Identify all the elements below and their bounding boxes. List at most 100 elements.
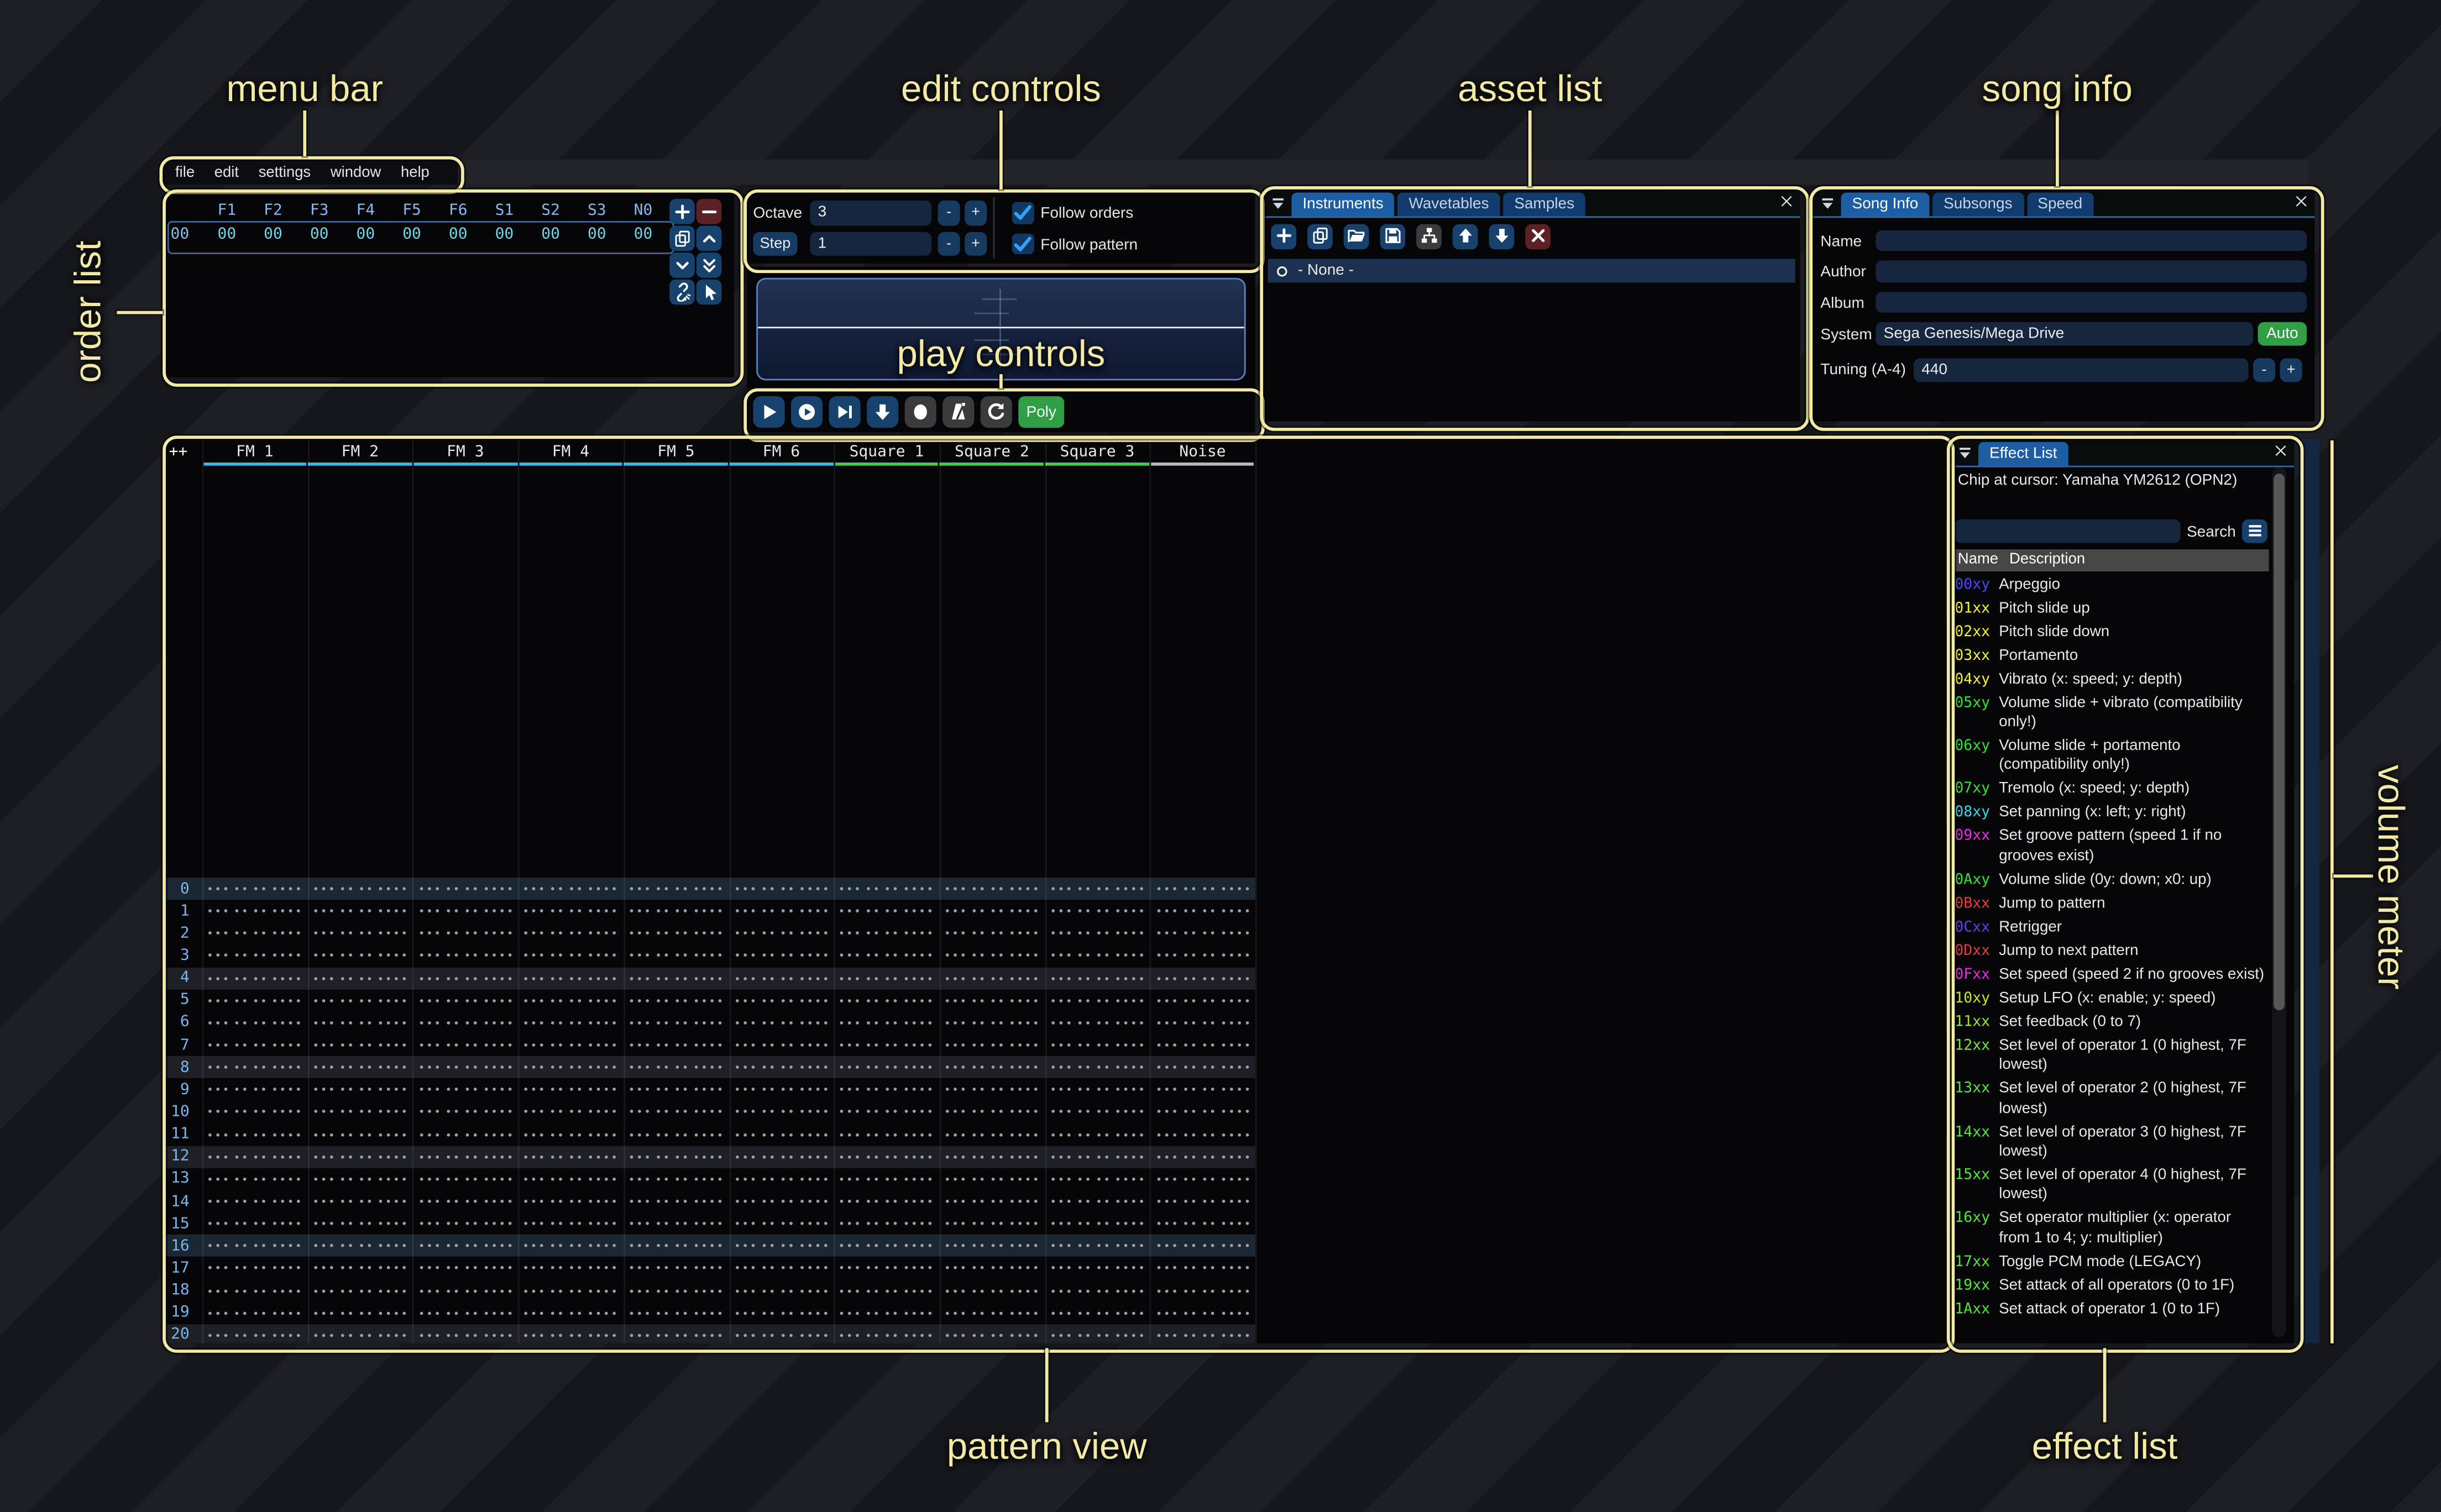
auto-system-button[interactable]: Auto: [2258, 322, 2307, 345]
pattern-cell[interactable]: [202, 1267, 307, 1270]
pattern-cell[interactable]: [1045, 1222, 1150, 1225]
channel-header-fm-5[interactable]: FM 5: [624, 444, 729, 461]
pattern-cell[interactable]: [307, 1021, 412, 1025]
step-input[interactable]: [810, 231, 931, 255]
pattern-cell[interactable]: [518, 1289, 623, 1293]
pattern-cell[interactable]: [413, 1066, 518, 1069]
pattern-cell[interactable]: [518, 1200, 623, 1203]
pattern-cell[interactable]: [307, 1178, 412, 1181]
asset-close-button[interactable]: [1525, 223, 1550, 249]
pattern-cell[interactable]: [729, 1200, 834, 1203]
pattern-cell[interactable]: [307, 977, 412, 980]
pattern-cell[interactable]: [413, 1110, 518, 1114]
pattern-cell[interactable]: [518, 1021, 623, 1025]
pattern-cell[interactable]: [1150, 1267, 1255, 1270]
step-plus-button[interactable]: +: [965, 231, 987, 255]
pattern-row[interactable]: 13: [166, 1168, 1255, 1190]
poly-mono-button[interactable]: Poly: [1018, 396, 1064, 428]
pattern-cell[interactable]: [1150, 1021, 1255, 1025]
channel-header-fm-2[interactable]: FM 2: [307, 444, 412, 461]
pattern-cell[interactable]: [939, 1133, 1044, 1136]
pattern-cell[interactable]: [1045, 1021, 1150, 1025]
octave-plus-button[interactable]: +: [965, 201, 987, 225]
pattern-cell[interactable]: [1045, 887, 1150, 890]
play-play-bar-button[interactable]: [829, 396, 861, 428]
pattern-cell[interactable]: [202, 1066, 307, 1069]
tuning-input[interactable]: [1914, 358, 2249, 381]
pattern-cell[interactable]: [624, 887, 729, 890]
pattern-cell[interactable]: [1150, 1245, 1255, 1248]
pattern-row[interactable]: 17: [166, 1257, 1255, 1279]
pattern-cell[interactable]: [834, 954, 939, 958]
pattern-row[interactable]: 19: [166, 1302, 1255, 1324]
pattern-cell[interactable]: [518, 932, 623, 935]
pattern-cell[interactable]: [939, 932, 1044, 935]
pattern-cell[interactable]: [1150, 1334, 1255, 1337]
pattern-cell[interactable]: [518, 910, 623, 913]
pattern-row[interactable]: 0: [166, 878, 1255, 900]
pattern-cell[interactable]: [834, 887, 939, 890]
pattern-row[interactable]: 10: [166, 1101, 1255, 1123]
pattern-cell[interactable]: [729, 1066, 834, 1069]
menu-item-settings[interactable]: settings: [259, 164, 311, 181]
pattern-row[interactable]: 16: [166, 1235, 1255, 1257]
pattern-row[interactable]: 8: [166, 1056, 1255, 1078]
pattern-cell[interactable]: [518, 1267, 623, 1270]
tab-speed[interactable]: Speed: [2026, 192, 2093, 216]
tab-samples[interactable]: Samples: [1503, 192, 1585, 216]
pattern-cell[interactable]: [1045, 932, 1150, 935]
pattern-cell[interactable]: [834, 1200, 939, 1203]
pattern-cell[interactable]: [413, 1178, 518, 1181]
pattern-cell[interactable]: [1150, 977, 1255, 980]
order-dbl-down-button[interactable]: [696, 253, 722, 278]
pattern-row[interactable]: 3: [166, 944, 1255, 967]
pattern-cell[interactable]: [202, 1043, 307, 1047]
octave-input[interactable]: [810, 201, 931, 225]
follow-orders-checkbox[interactable]: [1012, 202, 1034, 224]
pattern-cell[interactable]: [307, 1334, 412, 1337]
order-pointer-button[interactable]: [696, 280, 722, 305]
pattern-row[interactable]: 14: [166, 1190, 1255, 1212]
pattern-cell[interactable]: [834, 1133, 939, 1136]
pattern-cell[interactable]: [834, 999, 939, 1002]
pattern-cell[interactable]: [1045, 1200, 1150, 1203]
order-chev-up-button[interactable]: [696, 225, 722, 251]
pattern-cell[interactable]: [1150, 1110, 1255, 1114]
pattern-cell[interactable]: [624, 1155, 729, 1158]
pattern-cell[interactable]: [518, 1088, 623, 1091]
pattern-corner-button[interactable]: ++: [169, 444, 201, 461]
collapse-icon[interactable]: [1270, 195, 1287, 212]
pattern-cell[interactable]: [413, 954, 518, 958]
pattern-cell[interactable]: [624, 1334, 729, 1337]
pattern-cell[interactable]: [939, 1222, 1044, 1225]
pattern-cell[interactable]: [518, 1222, 623, 1225]
play-play-button[interactable]: [753, 396, 785, 428]
pattern-cell[interactable]: [307, 1110, 412, 1114]
pattern-cell[interactable]: [624, 910, 729, 913]
pattern-cell[interactable]: [1150, 954, 1255, 958]
pattern-row[interactable]: 2: [166, 922, 1255, 944]
pattern-cell[interactable]: [518, 1178, 623, 1181]
pattern-cell[interactable]: [624, 1289, 729, 1293]
channel-header-fm-6[interactable]: FM 6: [729, 444, 834, 461]
pattern-cell[interactable]: [834, 1311, 939, 1315]
pattern-cell[interactable]: [624, 1267, 729, 1270]
pattern-cell[interactable]: [307, 932, 412, 935]
pattern-cell[interactable]: [413, 999, 518, 1002]
pattern-cell[interactable]: [729, 999, 834, 1002]
pattern-cell[interactable]: [518, 1155, 623, 1158]
pattern-cell[interactable]: [624, 1066, 729, 1069]
menu-item-edit[interactable]: edit: [214, 164, 239, 181]
effect-search-input[interactable]: [1955, 519, 2180, 542]
pattern-cell[interactable]: [1045, 1178, 1150, 1181]
pattern-row[interactable]: 4: [166, 967, 1255, 989]
pattern-cell[interactable]: [729, 1222, 834, 1225]
pattern-cell[interactable]: [939, 1088, 1044, 1091]
pattern-cell[interactable]: [834, 977, 939, 980]
pattern-cell[interactable]: [1045, 1133, 1150, 1136]
pattern-cell[interactable]: [939, 1200, 1044, 1203]
pattern-cell[interactable]: [624, 954, 729, 958]
asset-add-button[interactable]: [1271, 223, 1296, 249]
pattern-cell[interactable]: [834, 1021, 939, 1025]
channel-header-fm-3[interactable]: FM 3: [413, 444, 518, 461]
